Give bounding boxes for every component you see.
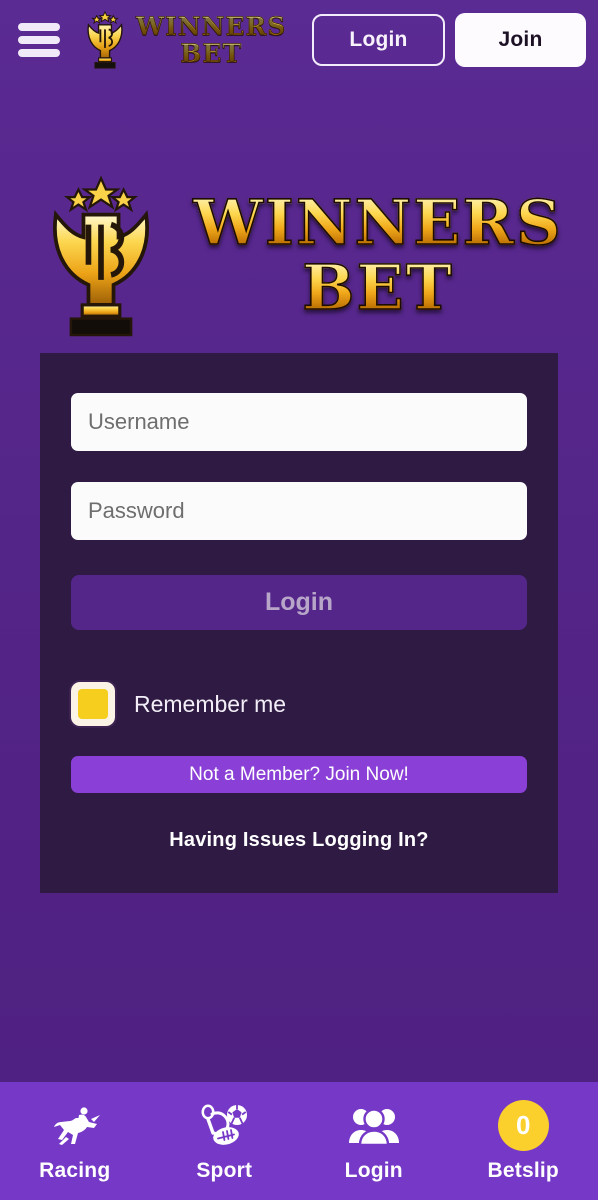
trophy-logo-icon (87, 10, 123, 69)
bottom-navigation-bar: Racing Sport Login 0 Betslip (0, 1082, 598, 1200)
having-issues-link[interactable]: Having Issues Logging In? (71, 829, 527, 852)
hamburger-bar (18, 49, 60, 57)
nav-label-login: Login (344, 1158, 403, 1182)
login-card: Login Remember me Not a Member? Join Now… (40, 353, 558, 893)
nav-item-betslip[interactable]: 0 Betslip (449, 1082, 598, 1200)
brand-name-line1: WINNERS (136, 12, 287, 41)
hero-name-line1: WINNERS (192, 185, 563, 259)
nav-label-sport: Sport (196, 1158, 253, 1182)
join-now-button[interactable]: Not a Member? Join Now! (71, 756, 527, 793)
hamburger-bar (18, 36, 60, 44)
nav-item-racing[interactable]: Racing (0, 1082, 150, 1200)
hamburger-bar (18, 23, 60, 31)
betslip-count: 0 (497, 1100, 549, 1151)
checkbox-fill-icon (78, 689, 108, 719)
remember-me-row[interactable]: Remember me (71, 682, 286, 726)
brand-wordmark-header: WINNERS BET (136, 12, 287, 68)
hero-name-line2: BET (301, 250, 454, 324)
brand-name-line2: BET (180, 39, 243, 68)
username-input[interactable] (71, 393, 527, 451)
header-login-button[interactable]: Login (312, 14, 445, 66)
nav-label-betslip: Betslip (487, 1158, 559, 1182)
password-input[interactable] (71, 482, 527, 540)
nav-label-racing: Racing (39, 1158, 111, 1182)
hamburger-menu-icon[interactable] (18, 23, 60, 57)
horse-racing-icon (46, 1100, 104, 1152)
nav-item-login[interactable]: Login (299, 1082, 449, 1200)
sports-balls-icon (196, 1100, 252, 1152)
users-group-icon (347, 1100, 401, 1152)
header-join-button[interactable]: Join (455, 13, 586, 67)
trophy-logo-large-icon (53, 174, 150, 336)
brand-logo-header[interactable]: WINNERS BET (82, 9, 286, 71)
app-header: WINNERS BET Login Join (0, 0, 598, 80)
remember-me-label: Remember me (134, 690, 287, 717)
remember-me-checkbox[interactable] (71, 682, 115, 726)
betslip-count-badge: 0 (497, 1100, 549, 1152)
hero-brand-logo: WINNERS BET (0, 168, 598, 343)
header-actions: Login Join (312, 13, 586, 67)
hero-wordmark: WINNERS BET (192, 185, 563, 324)
nav-item-sport[interactable]: Sport (150, 1082, 300, 1200)
login-submit-button[interactable]: Login (71, 575, 527, 630)
